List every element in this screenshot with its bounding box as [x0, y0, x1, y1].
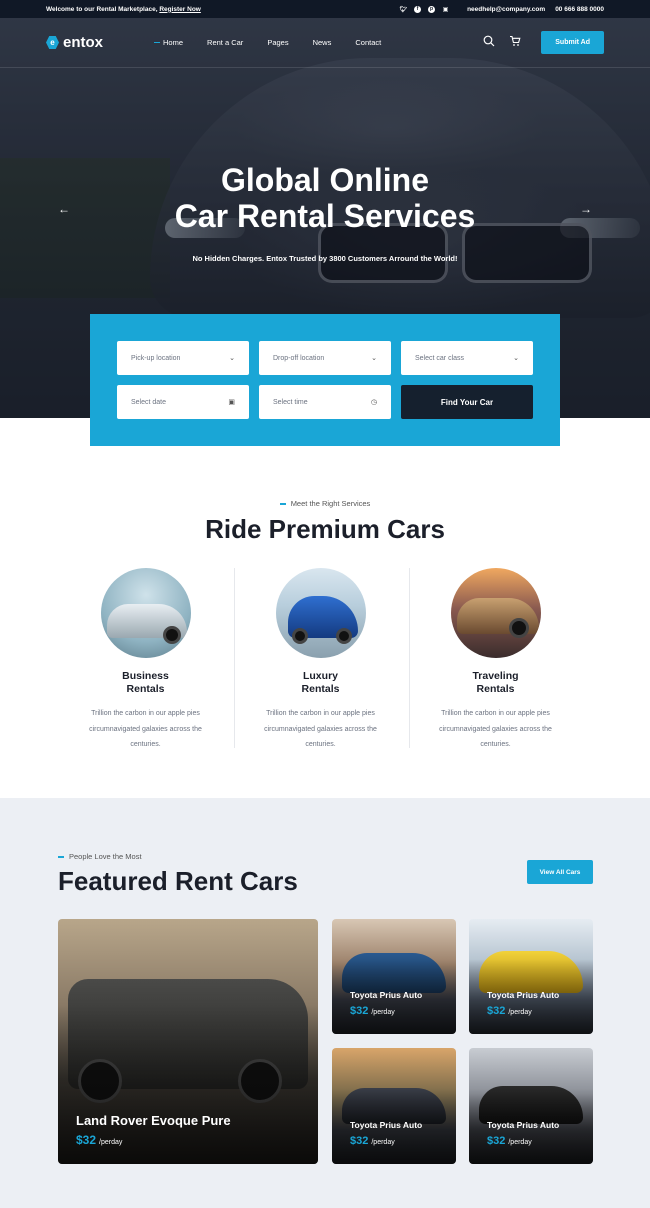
pinterest-icon[interactable]: p [428, 5, 436, 13]
instagram-icon[interactable]: ▣ [442, 6, 449, 13]
chevron-down-icon: ⌄ [229, 355, 235, 362]
featured-car-card-large[interactable]: Land Rover Evoque Pure $32/perday [58, 919, 318, 1164]
email-link[interactable]: needhelp@company.com [467, 6, 545, 13]
car-title: Toyota Prius Auto [350, 990, 423, 1000]
service-image [275, 568, 366, 658]
time-input[interactable]: Select time ◷ [259, 385, 391, 419]
service-business-rentals[interactable]: Business Rentals Trillion the carbon in … [58, 568, 233, 753]
logo-icon: e [46, 36, 59, 49]
pickup-location-select[interactable]: Pick-up location ⌄ [117, 341, 249, 375]
brand-logo[interactable]: e entox [46, 34, 103, 51]
service-image [100, 568, 191, 658]
date-input[interactable]: Select date ▣ [117, 385, 249, 419]
nav-item-contact[interactable]: Contact [355, 38, 381, 47]
featured-car-card-2[interactable]: Toyota Prius Auto $32/perday [469, 919, 593, 1034]
service-luxury-rentals[interactable]: Luxury Rentals Trillion the carbon in ou… [233, 568, 408, 753]
view-all-cars-button[interactable]: View All Cars [527, 860, 593, 884]
hero-subtitle: No Hidden Charges. Entox Trusted by 3800… [192, 254, 458, 263]
search-icon[interactable] [483, 35, 495, 50]
featured-car-card-3[interactable]: Toyota Prius Auto $32/perday [332, 1048, 456, 1164]
chevron-down-icon: ⌄ [513, 355, 519, 362]
services-title: Ride Premium Cars [205, 514, 445, 544]
chevron-down-icon: ⌄ [371, 355, 377, 362]
phone-number[interactable]: 00 666 888 0000 [555, 6, 604, 13]
top-bar: Welcome to our Rental Marketplace, Regis… [0, 0, 650, 18]
car-price: $32/perday [350, 1135, 395, 1147]
social-links: 🐦︎ f p ▣ [400, 5, 449, 13]
main-nav: e entox Home Rent a Car Pages News Conta… [0, 18, 650, 68]
facebook-icon[interactable]: f [414, 5, 422, 13]
featured-title: Featured Rent Cars [58, 866, 298, 896]
featured-car-card-1[interactable]: Toyota Prius Auto $32/perday [332, 919, 456, 1034]
featured-car-card-4[interactable]: Toyota Prius Auto $32/perday [469, 1048, 593, 1164]
featured-tag: People Love the Most [58, 852, 142, 861]
nav-item-pages[interactable]: Pages [267, 38, 288, 47]
car-price: $32/perday [350, 1005, 395, 1017]
car-title: Toyota Prius Auto [487, 1120, 560, 1130]
car-title: Land Rover Evoque Pure [76, 1113, 231, 1128]
calendar-icon: ▣ [228, 399, 235, 406]
dropoff-location-select[interactable]: Drop-off location ⌄ [259, 341, 391, 375]
car-class-select[interactable]: Select car class ⌄ [401, 341, 533, 375]
nav-menu: Home Rent a Car Pages News Contact [154, 38, 381, 47]
services-tag: Meet the Right Services [0, 499, 650, 508]
car-price: $32/perday [76, 1133, 123, 1147]
twitter-icon[interactable]: 🐦︎ [400, 6, 408, 13]
nav-item-news[interactable]: News [313, 38, 332, 47]
service-traveling-rentals[interactable]: Traveling Rentals Trillion the carbon in… [408, 568, 583, 753]
car-title: Toyota Prius Auto [350, 1120, 423, 1130]
submit-ad-button[interactable]: Submit Ad [541, 31, 604, 54]
car-title: Toyota Prius Auto [487, 990, 560, 1000]
hero-title: Global Online Car Rental Services [174, 162, 476, 234]
service-image [450, 568, 541, 658]
find-your-car-button[interactable]: Find Your Car [401, 385, 533, 419]
topbar-right: 🐦︎ f p ▣ needhelp@company.com 00 666 888… [400, 5, 604, 13]
welcome-text: Welcome to our Rental Marketplace, Regis… [46, 5, 201, 13]
nav-item-rent-a-car[interactable]: Rent a Car [207, 38, 243, 47]
car-price: $32/perday [487, 1135, 532, 1147]
nav-item-home[interactable]: Home [154, 38, 183, 47]
car-price: $32/perday [487, 1005, 532, 1017]
nav-icons: Submit Ad [483, 31, 604, 54]
register-link[interactable]: Register Now [159, 6, 201, 13]
cart-icon[interactable] [509, 35, 521, 50]
clock-icon: ◷ [370, 399, 377, 406]
car-search-form: Pick-up location ⌄ Drop-off location ⌄ S… [90, 314, 560, 446]
